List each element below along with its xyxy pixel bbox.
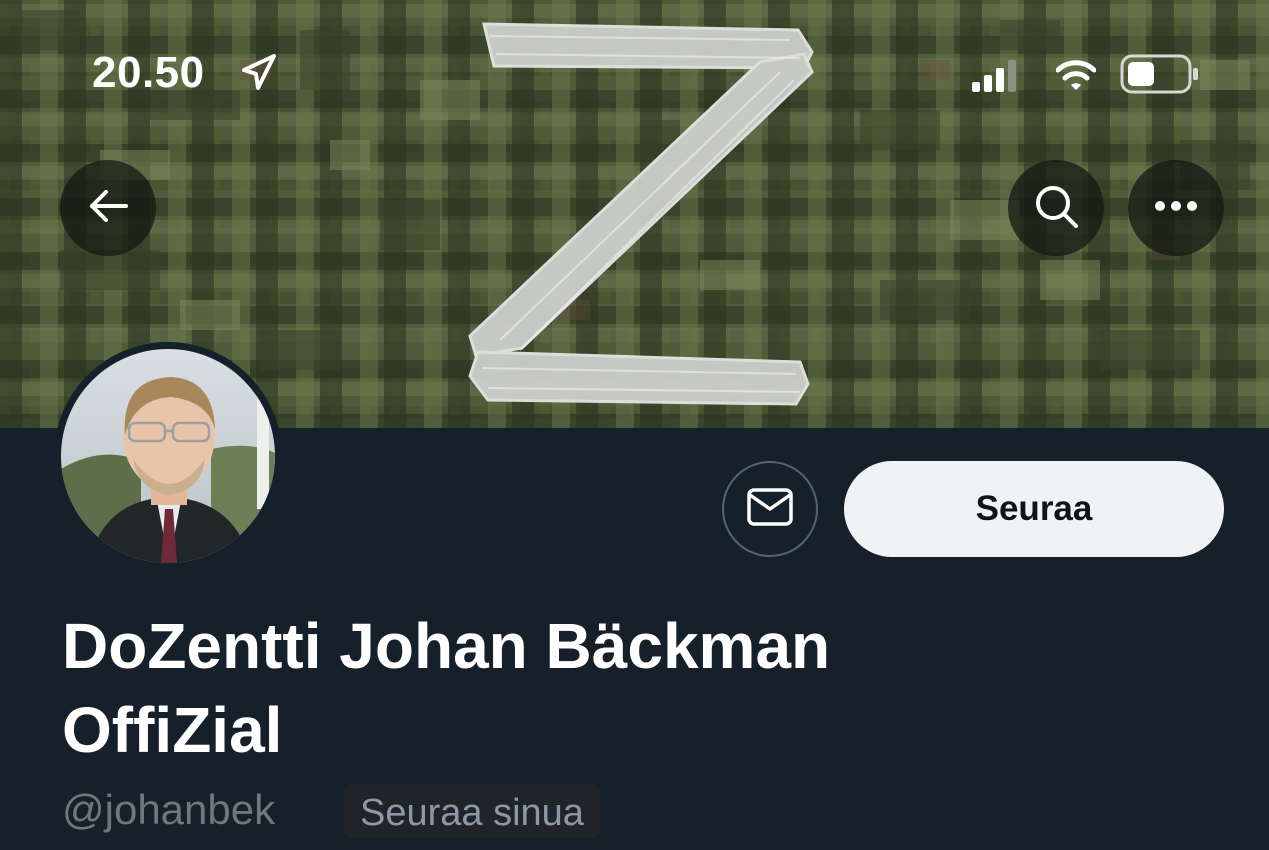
user-handle: @johanbek [62,786,276,833]
back-button[interactable] [60,160,156,256]
more-options-button[interactable] [1128,160,1224,256]
profile-screen: 20.50 Seuraa DoZentti Johan Bäckman Offi… [0,0,1269,850]
message-button[interactable] [722,461,818,557]
status-time: 20.50 [92,48,205,97]
cellular-signal-icon [972,60,1020,97]
location-arrow-icon [240,52,280,97]
follow-button[interactable]: Seuraa [844,461,1224,557]
battery-icon [1120,54,1200,99]
mail-icon [746,487,794,532]
display-name: DoZentti Johan Bäckman OffiZial [62,610,831,766]
follows-you-badge: Seuraa sinua [344,784,600,838]
avatar-photo [61,349,275,563]
banner-z-symbol [468,22,814,406]
wifi-icon [1055,58,1097,97]
avatar[interactable] [54,342,282,570]
search-icon [1032,182,1080,235]
more-horizontal-icon [1154,199,1198,217]
back-arrow-icon [86,184,130,233]
search-button[interactable] [1008,160,1104,256]
